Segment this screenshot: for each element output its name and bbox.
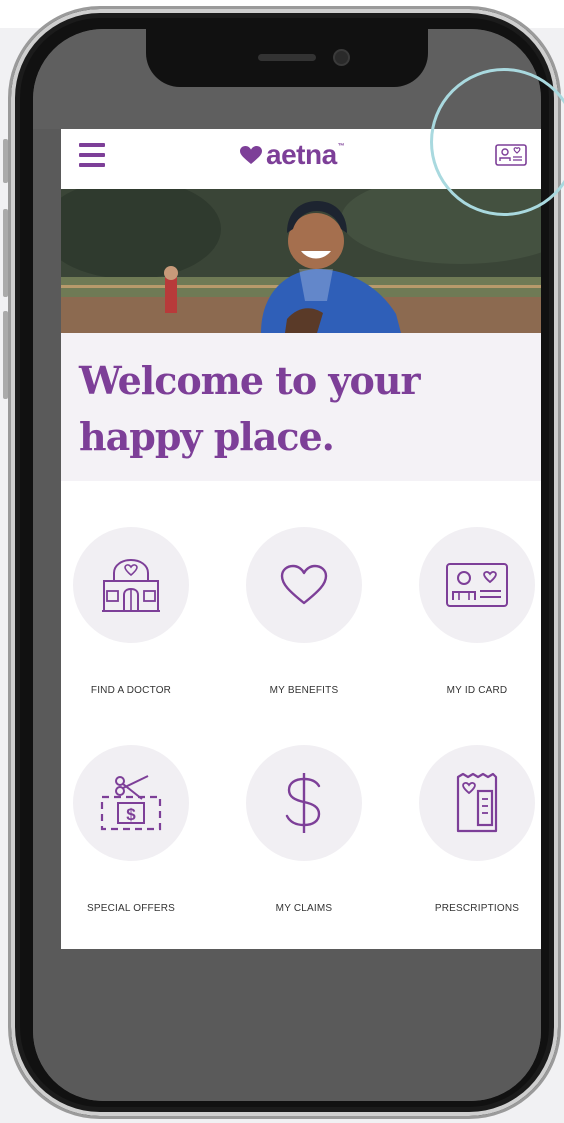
welcome-banner: Welcome to your happy place. — [61, 333, 541, 481]
phone-frame: aetna ™ Welcome to your happy place. FIN… — [3, 6, 561, 1119]
aetna-logo: aetna ™ — [239, 137, 345, 173]
front-camera — [333, 49, 350, 66]
hero-image — [61, 189, 541, 333]
tile-prescriptions[interactable]: PRESCRIPTIONS — [407, 745, 541, 915]
phone-side-button — [3, 139, 8, 183]
logo-heart-icon — [240, 146, 262, 164]
tile-label: FIND A DOCTOR — [90, 685, 172, 696]
quick-actions-grid: FIND A DOCTOR MY BENEFITS MY ID CARD $ S… — [61, 527, 541, 947]
welcome-heading: Welcome to your happy place. — [79, 353, 539, 465]
prescription-icon — [456, 772, 498, 833]
tile-my-claims[interactable]: MY CLAIMS — [234, 745, 374, 915]
dollar-icon — [285, 773, 321, 833]
welcome-line-1: Welcome to your — [79, 358, 420, 403]
logo-trademark: ™ — [337, 143, 345, 150]
phone-screen: aetna ™ Welcome to your happy place. FIN… — [33, 29, 541, 1101]
logo-text: aetna — [266, 139, 337, 170]
tile-label: PRESCRIPTIONS — [434, 903, 520, 914]
tile-special-offers[interactable]: $ SPECIAL OFFERS — [61, 745, 201, 915]
tile-circle — [246, 527, 362, 643]
header-id-card-button[interactable] — [493, 143, 529, 167]
tile-circle: $ — [73, 745, 189, 861]
coupon-icon: $ — [100, 775, 162, 831]
hamburger-menu-icon[interactable] — [79, 143, 105, 167]
tile-label: MY CLAIMS — [275, 903, 333, 914]
welcome-line-2: happy place. — [79, 414, 335, 459]
tile-label: MY ID CARD — [446, 685, 508, 696]
tile-circle — [246, 745, 362, 861]
app-header: aetna ™ — [61, 129, 541, 189]
tile-find-a-doctor[interactable]: FIND A DOCTOR — [61, 527, 201, 697]
screen-lower-area — [33, 949, 541, 1101]
tile-my-benefits[interactable]: MY BENEFITS — [234, 527, 374, 697]
app-screen: aetna ™ Welcome to your happy place. FIN… — [61, 129, 541, 949]
tile-label: SPECIAL OFFERS — [86, 903, 175, 914]
id-card-icon — [446, 563, 508, 607]
phone-side-button — [3, 209, 8, 297]
hero-photo-illustration — [61, 189, 541, 333]
tile-circle — [419, 527, 535, 643]
heart-icon — [280, 564, 328, 605]
svg-text:$: $ — [126, 805, 136, 824]
tile-my-id-card[interactable]: MY ID CARD — [407, 527, 541, 697]
tile-label: MY BENEFITS — [269, 685, 339, 696]
tile-circle — [73, 527, 189, 643]
doctor-office-icon — [102, 558, 160, 612]
phone-side-button — [3, 311, 8, 399]
tile-circle — [419, 745, 535, 861]
phone-notch — [146, 29, 428, 87]
id-card-icon — [495, 144, 527, 166]
speaker-grille — [258, 54, 316, 61]
